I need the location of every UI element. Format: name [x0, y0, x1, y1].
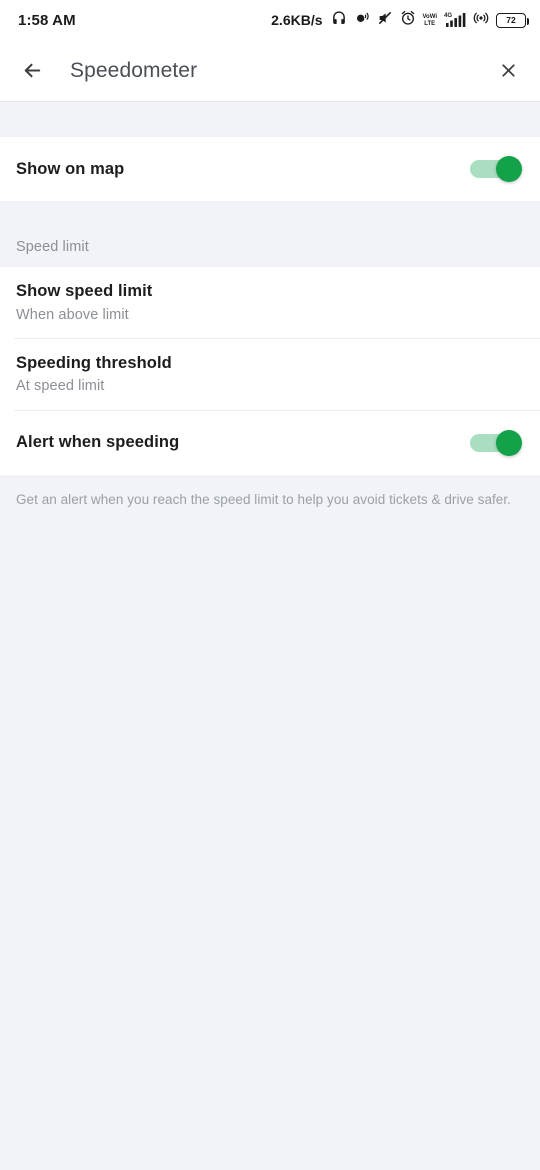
- section-header-speed-limit: Speed limit: [0, 201, 540, 267]
- battery-icon: 72: [496, 12, 530, 28]
- section-gap-top: [0, 102, 540, 137]
- alert-when-speeding-toggle[interactable]: [470, 428, 522, 458]
- setting-title: Speeding threshold: [16, 353, 172, 372]
- setting-row-alert-when-speeding[interactable]: Alert when speeding: [0, 410, 540, 475]
- footer-note-text: Get an alert when you reach the speed li…: [16, 491, 511, 507]
- alarm-icon: [400, 10, 416, 31]
- section-header-label: Speed limit: [16, 239, 89, 255]
- setting-title: Alert when speeding: [16, 433, 180, 452]
- back-arrow-icon[interactable]: [16, 55, 48, 87]
- headphones-icon: [331, 10, 347, 31]
- app-screen: 1:58 AM 2.6KB/s VoWi LTE 4G 72 Speedomet…: [0, 0, 540, 1170]
- status-bar-icons: 2.6KB/s VoWi LTE 4G 72: [271, 10, 530, 31]
- status-bar-clock: 1:58 AM: [18, 11, 76, 29]
- toolbar: Speedometer: [0, 40, 540, 102]
- page-title: Speedometer: [70, 58, 198, 82]
- setting-title: Show on map: [16, 159, 125, 178]
- speed-limit-card: Show speed limit When above limit Speedi…: [0, 267, 540, 475]
- vibrate-icon: [354, 10, 370, 31]
- volte-label-top: VoWi: [422, 13, 438, 20]
- show-on-map-card: Show on map: [0, 137, 540, 201]
- battery-level-label: 72: [506, 15, 516, 25]
- volte-label-bottom: LTE: [424, 20, 436, 27]
- signal-bars-icon: 4G: [444, 12, 466, 28]
- mute-icon: [377, 10, 393, 31]
- toggle-thumb: [496, 429, 522, 456]
- setting-subtitle: When above limit: [16, 306, 129, 323]
- show-on-map-toggle[interactable]: [470, 154, 522, 184]
- status-bar: 1:58 AM 2.6KB/s VoWi LTE 4G 72: [0, 0, 540, 40]
- setting-row-show-on-map[interactable]: Show on map: [0, 137, 540, 201]
- setting-title: Show speed limit: [16, 282, 153, 300]
- footer-note-band: Get an alert when you reach the speed li…: [0, 474, 540, 509]
- empty-area: [0, 508, 540, 1170]
- setting-row-speeding-threshold[interactable]: Speeding threshold At speed limit: [0, 338, 540, 410]
- network-speed-label: 2.6KB/s: [271, 12, 323, 28]
- setting-subtitle: At speed limit: [16, 378, 105, 395]
- toggle-thumb: [496, 156, 522, 182]
- setting-row-show-speed-limit[interactable]: Show speed limit When above limit: [0, 267, 540, 338]
- hotspot-icon: [473, 10, 489, 31]
- close-icon[interactable]: [492, 55, 524, 87]
- volte-icon: VoWi LTE: [423, 14, 438, 27]
